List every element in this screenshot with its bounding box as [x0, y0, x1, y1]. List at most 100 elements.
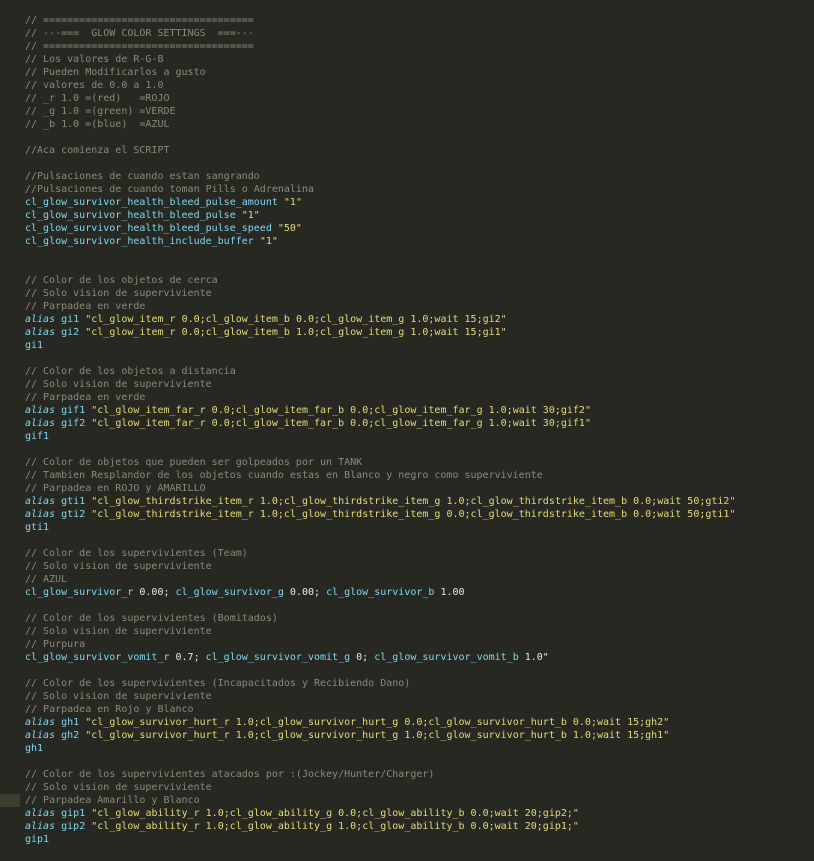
comment-text: // Solo vision de superviviente	[25, 626, 212, 637]
code-line: // Color de los objetos de cerca	[25, 274, 735, 287]
alias-name: gh1	[61, 717, 80, 728]
command-call: gi1	[25, 340, 44, 351]
code-line: alias gif2 "cl_glow_item_far_r 0.0;cl_gl…	[25, 417, 735, 430]
alias-keyword: alias	[25, 821, 56, 832]
cvar-name: cl_glow_survivor_g	[175, 587, 284, 598]
alias-keyword: alias	[25, 418, 56, 429]
cvar-name: cl_glow_survivor_health_bleed_pulse_spee…	[25, 223, 272, 234]
alias-value: "cl_glow_thirdstrike_item_r 1.0;cl_glow_…	[91, 496, 736, 507]
code-line: // Color de los supervivientes (Team)	[25, 547, 735, 560]
comment-text: // Parpadea en Rojo y Blanco	[25, 704, 194, 715]
code-line: alias gh2 "cl_glow_survivor_hurt_r 1.0;c…	[25, 729, 735, 742]
comment-text: // Color de los supervivientes (Incapaci…	[25, 678, 411, 689]
code-line: cl_glow_survivor_health_bleed_pulse_amou…	[25, 196, 735, 209]
alias-keyword: alias	[25, 405, 56, 416]
code-line: alias gip1 "cl_glow_ability_r 1.0;cl_glo…	[25, 807, 735, 820]
code-line: // Solo vision de superviviente	[25, 781, 735, 794]
comment-text: // ---=== GLOW COLOR SETTINGS ===---	[25, 28, 254, 39]
code-line: // ===================================	[25, 40, 735, 53]
code-line: // Color de los supervivientes atacados …	[25, 768, 735, 781]
cvar-name: cl_glow_survivor_b	[326, 587, 435, 598]
cvar-name: cl_glow_survivor_health_bleed_pulse_amou…	[25, 197, 278, 208]
comment-text: // Parpadea en verde	[25, 301, 146, 312]
comment-text: // Color de objetos que pueden ser golpe…	[25, 457, 363, 468]
code-line: alias gi2 "cl_glow_item_r 0.0;cl_glow_it…	[25, 326, 735, 339]
code-line: alias gif1 "cl_glow_item_far_r 0.0;cl_gl…	[25, 404, 735, 417]
alias-keyword: alias	[25, 509, 56, 520]
code-line: // AZUL	[25, 573, 735, 586]
comment-text: // Solo vision de superviviente	[25, 379, 212, 390]
comment-text: // Parpadea en ROJO y AMARILLO	[25, 483, 206, 494]
cvar-value: "50"	[277, 223, 302, 234]
code-line: // ===================================	[25, 14, 735, 27]
alias-name: gif2	[61, 418, 86, 429]
alias-value: "cl_glow_item_far_r 0.0;cl_glow_item_far…	[91, 405, 591, 416]
cvar-name: cl_glow_survivor_vomit_g	[205, 652, 351, 663]
cvar-name: cl_glow_survivor_vomit_b	[374, 652, 519, 663]
alias-name: gip2	[61, 821, 86, 832]
comment-text: // AZUL	[25, 574, 68, 585]
command-call: gti1	[25, 522, 50, 533]
code-line: // Color de objetos que pueden ser golpe…	[25, 456, 735, 469]
alias-keyword: alias	[25, 496, 56, 507]
comment-text: // ===================================	[25, 15, 254, 26]
comment-text: //Pulsaciones de cuando toman Pills o Ad…	[25, 184, 314, 195]
editor-gutter	[0, 0, 20, 861]
code-line: // _g 1.0 =(green) =VERDE	[25, 105, 735, 118]
code-line: alias gi1 "cl_glow_item_r 0.0;cl_glow_it…	[25, 313, 735, 326]
comment-text: // Parpadea Amarillo y Blanco	[25, 795, 200, 806]
comment-text: // Los valores de R-G-B	[25, 54, 164, 65]
command-call: gh1	[25, 743, 44, 754]
alias-value: "cl_glow_item_r 0.0;cl_glow_item_b 0.0;c…	[85, 314, 507, 325]
code-line: cl_glow_survivor_health_include_buffer "…	[25, 235, 735, 248]
cvar-value: 0;	[350, 652, 375, 663]
command-call: gif1	[25, 431, 50, 442]
alias-keyword: alias	[25, 730, 56, 741]
code-line: // ---=== GLOW COLOR SETTINGS ===---	[25, 27, 735, 40]
code-line: //Pulsaciones de cuando toman Pills o Ad…	[25, 183, 735, 196]
cvar-value: 0.00;	[133, 587, 176, 598]
code-line: // Color de los objetos a distancia	[25, 365, 735, 378]
cvar-value: "1"	[283, 197, 302, 208]
code-line: // Color de los supervivientes (Bomitado…	[25, 612, 735, 625]
alias-value: "cl_glow_survivor_hurt_r 1.0;cl_glow_sur…	[85, 730, 670, 741]
code-line: // valores de 0.0 a 1.0	[25, 79, 735, 92]
code-line: // Parpadea en verde	[25, 300, 735, 313]
cvar-value: 0.7;	[169, 652, 206, 663]
alias-keyword: alias	[25, 314, 56, 325]
current-line-marker	[0, 794, 20, 807]
comment-text: // Solo vision de superviviente	[25, 288, 212, 299]
alias-value: "cl_glow_survivor_hurt_r 1.0;cl_glow_sur…	[85, 717, 670, 728]
alias-name: gh2	[61, 730, 80, 741]
code-line: // Parpadea Amarillo y Blanco	[25, 794, 735, 807]
cvar-name: cl_glow_survivor_health_bleed_pulse	[25, 210, 236, 221]
code-line: // Purpura	[25, 638, 735, 651]
alias-keyword: alias	[25, 327, 56, 338]
comment-text: // Color de los objetos de cerca	[25, 275, 218, 286]
cvar-value: "1"	[241, 210, 260, 221]
comment-text: // _r 1.0 =(red) =ROJO	[25, 93, 170, 104]
code-line: // Parpadea en ROJO y AMARILLO	[25, 482, 735, 495]
alias-name: gti1	[61, 496, 86, 507]
comment-text: // Tambien Resplandor de los objetos cua…	[25, 470, 543, 481]
comment-text: // Color de los objetos a distancia	[25, 366, 236, 377]
comment-text: // Color de los supervivientes atacados …	[25, 769, 435, 780]
code-text-area[interactable]: // =================================== //…	[25, 14, 735, 846]
cvar-name: cl_glow_survivor_health_include_buffer	[25, 236, 254, 247]
code-line: gif1	[25, 430, 735, 443]
alias-name: gti2	[61, 509, 86, 520]
comment-text: //Pulsaciones de cuando estan sangrando	[25, 171, 260, 182]
code-editor[interactable]: // =================================== //…	[0, 0, 814, 861]
code-line: // Parpadea en Rojo y Blanco	[25, 703, 735, 716]
command-call: gip1	[25, 834, 50, 845]
code-line: // Solo vision de superviviente	[25, 287, 735, 300]
comment-text: // Purpura	[25, 639, 86, 650]
code-line: gti1	[25, 521, 735, 534]
alias-value: "cl_glow_item_r 0.0;cl_glow_item_b 1.0;c…	[85, 327, 507, 338]
code-line: gi1	[25, 339, 735, 352]
